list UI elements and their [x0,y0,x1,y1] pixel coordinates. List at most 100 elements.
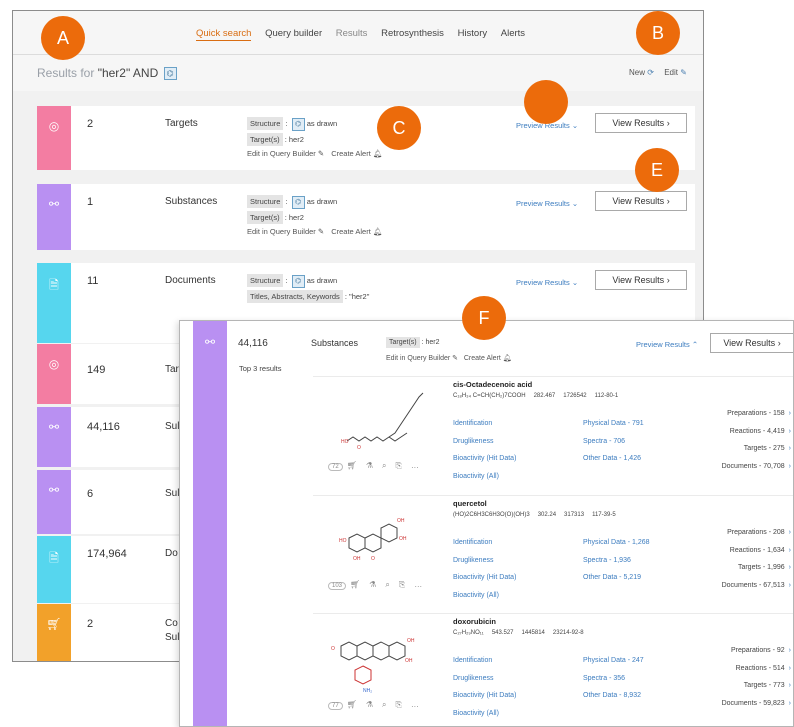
spectra-link[interactable]: Spectra - 356 [583,670,644,688]
flask-icon[interactable]: ⚗ [369,580,376,589]
reference-badge[interactable]: 72 [328,463,343,471]
related-counts: Preparations - 208 › Reactions - 1,634 › T… [722,524,791,594]
substance-icon: ⚯ [37,184,71,250]
reference-badge[interactable]: 103 [328,582,347,590]
flask-icon[interactable]: ⚗ [366,461,373,470]
targets-link[interactable]: Targets - 773 › [722,677,791,695]
cart-icon[interactable]: 🛒︎ [350,580,360,589]
substance-icon: ⚯ [193,321,227,726]
cart-icon[interactable]: 🛒︎ [347,461,357,470]
row-label: Co [165,618,178,629]
edit-in-query-builder-link[interactable]: Edit in Query Builder ✎ [247,149,324,158]
nav-retrosynthesis[interactable]: Retrosynthesis [381,28,444,39]
more-icon[interactable]: … [411,461,419,470]
substance-name[interactable]: doxorubicin [453,617,496,626]
cas-number: 112-80-1 [594,393,619,399]
reactions-link[interactable]: Reactions - 1,634 › [722,542,791,560]
spectra-link[interactable]: Spectra - 706 [583,433,644,451]
preparations-link[interactable]: Preparations - 158 › [722,405,791,423]
preparations-link[interactable]: Preparations - 208 › [722,524,791,542]
criteria-text: as drawn [306,119,338,128]
preview-results-link[interactable]: Preview Results ⌄ [516,278,578,287]
copy-icon[interactable]: ⎘ [396,700,402,709]
nav-history[interactable]: History [458,28,488,39]
structure-icon[interactable]: ⌬ [163,67,177,81]
nav-alerts[interactable]: Alerts [501,28,525,39]
identification-link[interactable]: Identification [453,534,516,552]
identification-link[interactable]: Identification [453,652,516,670]
pencil-icon[interactable]: ✎ [680,68,687,77]
other-data-link[interactable]: Other Data - 1,426 [583,450,644,468]
documents-link[interactable]: Documents - 59,823 › [722,695,791,713]
row-label: Substances [165,196,218,207]
bioactivity-hit-link[interactable]: Bioactivity (Hit Data) [453,569,516,587]
structure-icon[interactable]: ⌬ [291,195,305,209]
structure-icon[interactable]: ⌬ [291,117,305,131]
flask-icon[interactable]: ⚗ [366,700,373,709]
nav-results[interactable]: Results [336,28,368,39]
reference-badge[interactable]: 77 [328,702,343,710]
formula: C₂₇H₂₉NO₁₁ [453,630,484,636]
druglikeness-link[interactable]: Druglikeness [453,433,516,451]
cart-icon[interactable]: 🛒︎ [347,700,357,709]
bioactivity-all-link[interactable]: Bioactivity (All) [453,468,516,486]
criteria-chip: Target(s) [247,211,283,224]
reactions-link[interactable]: Reactions - 4,419 › [722,423,791,441]
bioactivity-all-link[interactable]: Bioactivity (All) [453,705,516,723]
nav-query-builder[interactable]: Query builder [265,28,322,39]
druglikeness-link[interactable]: Druglikeness [453,552,516,570]
copy-icon[interactable]: ⎘ [399,580,405,589]
new-search-button[interactable]: New [629,68,645,77]
zoom-icon[interactable]: ⌕ [385,580,389,589]
documents-link[interactable]: Documents - 67,513 › [722,577,791,595]
structure-image[interactable]: HO O [313,383,441,463]
criteria-chip: Target(s) [247,133,283,146]
zoom-icon[interactable]: ⌕ [382,461,386,470]
more-icon[interactable]: … [414,580,422,589]
targets-link[interactable]: Targets - 1,996 › [722,559,791,577]
view-results-button[interactable]: View Results › [595,270,687,290]
result-actions: 72 🛒︎ ⚗ ⌕ ⎘ … [328,461,428,471]
bioactivity-all-link[interactable]: Bioactivity (All) [453,587,516,605]
more-icon[interactable]: … [411,700,419,709]
edit-link-label: Edit in Query Builder [247,149,316,158]
edit-in-query-builder-link[interactable]: Edit in Query Builder ✎ [386,355,458,362]
view-results-button[interactable]: View Results › [595,113,687,133]
substance-name[interactable]: quercetol [453,499,487,508]
physical-data-link[interactable]: Physical Data - 1,268 [583,534,650,552]
targets-link[interactable]: Targets - 275 › [722,440,791,458]
view-results-button[interactable]: View Results › [595,191,687,211]
physical-data-link[interactable]: Physical Data - 791 [583,415,644,433]
create-alert-link[interactable]: Create Alert 🔔︎ [331,227,382,236]
related-counts: Preparations - 158 › Reactions - 4,419 › T… [722,405,791,475]
create-alert-link[interactable]: Create Alert 🔔︎ [464,355,512,362]
physical-data-link[interactable]: Physical Data - 247 [583,652,644,670]
edit-in-query-builder-link[interactable]: Edit in Query Builder ✎ [247,227,324,236]
create-alert-link[interactable]: Create Alert 🔔︎ [331,149,382,158]
preview-results-link[interactable]: Preview Results ⌃ [636,340,698,349]
edit-query-button[interactable]: Edit [664,68,678,77]
copy-icon[interactable]: ⎘ [396,461,402,470]
structure-image[interactable]: O OH OH NH₂ [313,620,441,700]
bioactivity-hit-link[interactable]: Bioactivity (Hit Data) [453,687,516,705]
view-results-button[interactable]: View Results › [710,333,793,353]
spectra-link[interactable]: Spectra - 1,936 [583,552,650,570]
documents-link[interactable]: Documents - 70,708 › [722,458,791,476]
zoom-icon[interactable]: ⌕ [382,700,386,709]
refresh-icon[interactable]: ⟳ [647,68,654,77]
identification-link[interactable]: Identification [453,415,516,433]
structure-icon[interactable]: ⌬ [291,274,305,288]
other-data-link[interactable]: Other Data - 5,219 [583,569,650,587]
other-data-link[interactable]: Other Data - 8,932 [583,687,644,705]
reactions-link[interactable]: Reactions - 514 › [722,660,791,678]
bioactivity-hit-link[interactable]: Bioactivity (Hit Data) [453,450,516,468]
druglikeness-link[interactable]: Druglikeness [453,670,516,688]
nav-quick-search[interactable]: Quick search [196,28,252,41]
structure-image[interactable]: HO OH OH OH O [313,502,441,582]
criteria-sep: : [285,119,288,128]
top-bar: Quick search Query builder Results Retro… [13,11,703,91]
substance-name[interactable]: cis-Octadecenoic acid [453,380,532,389]
preparations-link[interactable]: Preparations - 92 › [722,642,791,660]
links-column-a: Identification Druglikeness Bioactivity … [453,534,516,604]
preview-results-link[interactable]: Preview Results ⌄ [516,199,578,208]
